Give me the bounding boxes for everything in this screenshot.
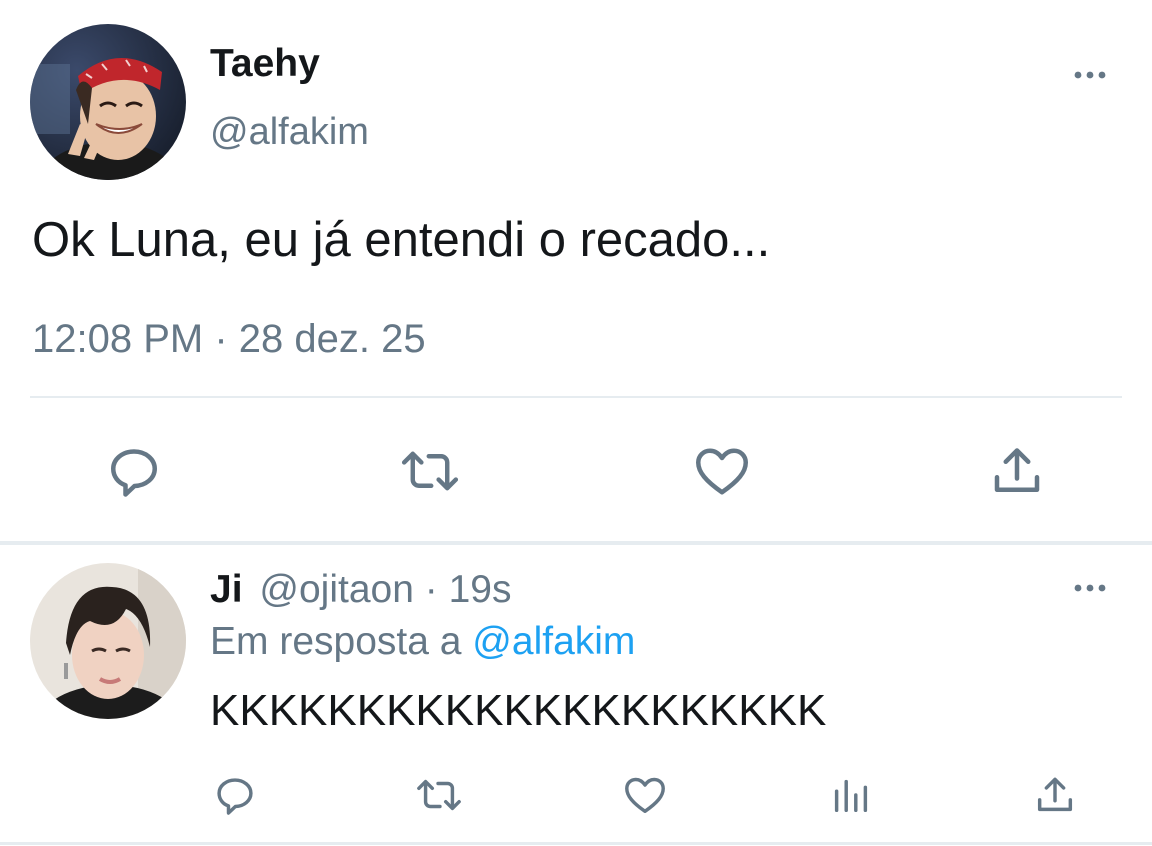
like-icon[interactable] bbox=[622, 772, 668, 818]
avatar[interactable] bbox=[30, 563, 186, 719]
avatar-image bbox=[30, 24, 186, 180]
tweet-time[interactable]: 12:08 PM bbox=[32, 317, 203, 361]
display-name[interactable]: Taehy bbox=[210, 42, 320, 86]
timestamp-separator: · bbox=[214, 317, 228, 361]
user-handle[interactable]: @alfakim bbox=[210, 110, 369, 154]
display-name[interactable]: Ji bbox=[210, 568, 243, 611]
timestamp-separator: · bbox=[424, 568, 438, 611]
in-reply-handle-link[interactable]: @alfakim bbox=[472, 620, 635, 663]
bottom-divider bbox=[0, 842, 1152, 845]
reply-header: Ji @ojitaon · 19s bbox=[210, 568, 511, 612]
share-icon[interactable] bbox=[1032, 772, 1078, 818]
like-icon[interactable] bbox=[692, 441, 752, 501]
tweet-text: Ok Luna, eu já entendi o recado... bbox=[32, 213, 771, 267]
analytics-icon[interactable] bbox=[828, 772, 874, 818]
retweet-icon[interactable] bbox=[398, 441, 462, 501]
share-icon[interactable] bbox=[987, 441, 1047, 501]
divider bbox=[30, 396, 1122, 398]
reply-age[interactable]: 19s bbox=[449, 568, 512, 611]
in-reply-prefix: Em resposta a bbox=[210, 620, 462, 663]
more-horizontal-icon[interactable] bbox=[1068, 579, 1112, 597]
in-reply-to: Em resposta a @alfakim bbox=[210, 620, 635, 664]
reply-icon[interactable] bbox=[104, 441, 164, 501]
retweet-icon[interactable] bbox=[414, 772, 464, 818]
user-handle[interactable]: @ojitaon bbox=[259, 568, 414, 611]
section-divider bbox=[0, 541, 1152, 545]
tweet-date[interactable]: 28 dez. 25 bbox=[239, 317, 426, 361]
more-horizontal-icon[interactable] bbox=[1068, 66, 1112, 84]
tweet-timestamp: 12:08 PM · 28 dez. 25 bbox=[32, 316, 426, 362]
avatar-image bbox=[30, 563, 186, 719]
reply-icon[interactable] bbox=[212, 772, 258, 818]
tweet-text: KKKKKKKKKKKKKKKKKKKKK bbox=[210, 686, 827, 735]
avatar[interactable] bbox=[30, 24, 186, 180]
